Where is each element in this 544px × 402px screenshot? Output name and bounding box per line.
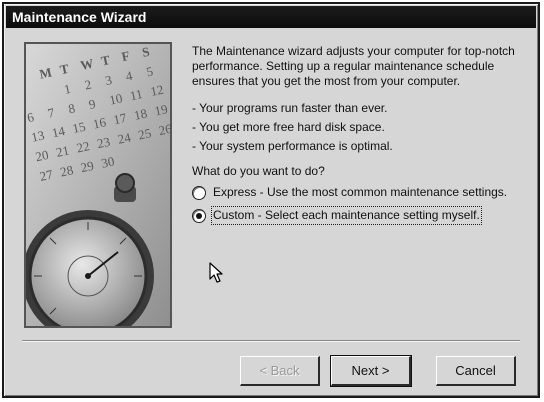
calendar-stopwatch-image: SMTWTFS123456789101112131415161718192021…	[26, 44, 170, 326]
wizard-content: The Maintenance wizard adjusts your comp…	[192, 44, 528, 231]
cancel-button[interactable]: Cancel	[436, 356, 516, 386]
wizard-illustration: SMTWTFS123456789101112131415161718192021…	[24, 42, 172, 328]
benefit-item: - You get more free hard disk space.	[192, 120, 385, 134]
calendar-day-number: 26	[157, 121, 170, 138]
question-label: What do you want to do?	[192, 164, 325, 178]
arrow-cursor-icon	[209, 262, 223, 283]
intro-text: The Maintenance wizard adjusts your comp…	[192, 44, 515, 88]
title-bar: Maintenance Wizard	[6, 6, 536, 28]
express-option-label[interactable]: Express - Use the most common maintenanc…	[213, 185, 507, 200]
custom-option-label[interactable]: Custom - Select each maintenance setting…	[211, 206, 482, 225]
button-separator	[22, 340, 520, 342]
benefits-list: - Your programs run faster than ever. - …	[192, 101, 528, 154]
option-express[interactable]: Express - Use the most common maintenanc…	[192, 185, 528, 200]
window-title: Maintenance Wizard	[12, 9, 147, 25]
back-button[interactable]: < Back	[240, 356, 320, 386]
benefit-item: - Your system performance is optimal.	[192, 139, 393, 153]
next-button[interactable]: Next >	[330, 355, 412, 387]
benefit-item: - Your programs run faster than ever.	[192, 101, 388, 115]
option-custom[interactable]: Custom - Select each maintenance setting…	[192, 206, 528, 225]
custom-radio-button[interactable]	[192, 208, 206, 223]
express-radio-button[interactable]	[192, 185, 206, 200]
maintenance-wizard-window: Maintenance Wizard SMTWTFS12345678910111…	[2, 2, 540, 398]
